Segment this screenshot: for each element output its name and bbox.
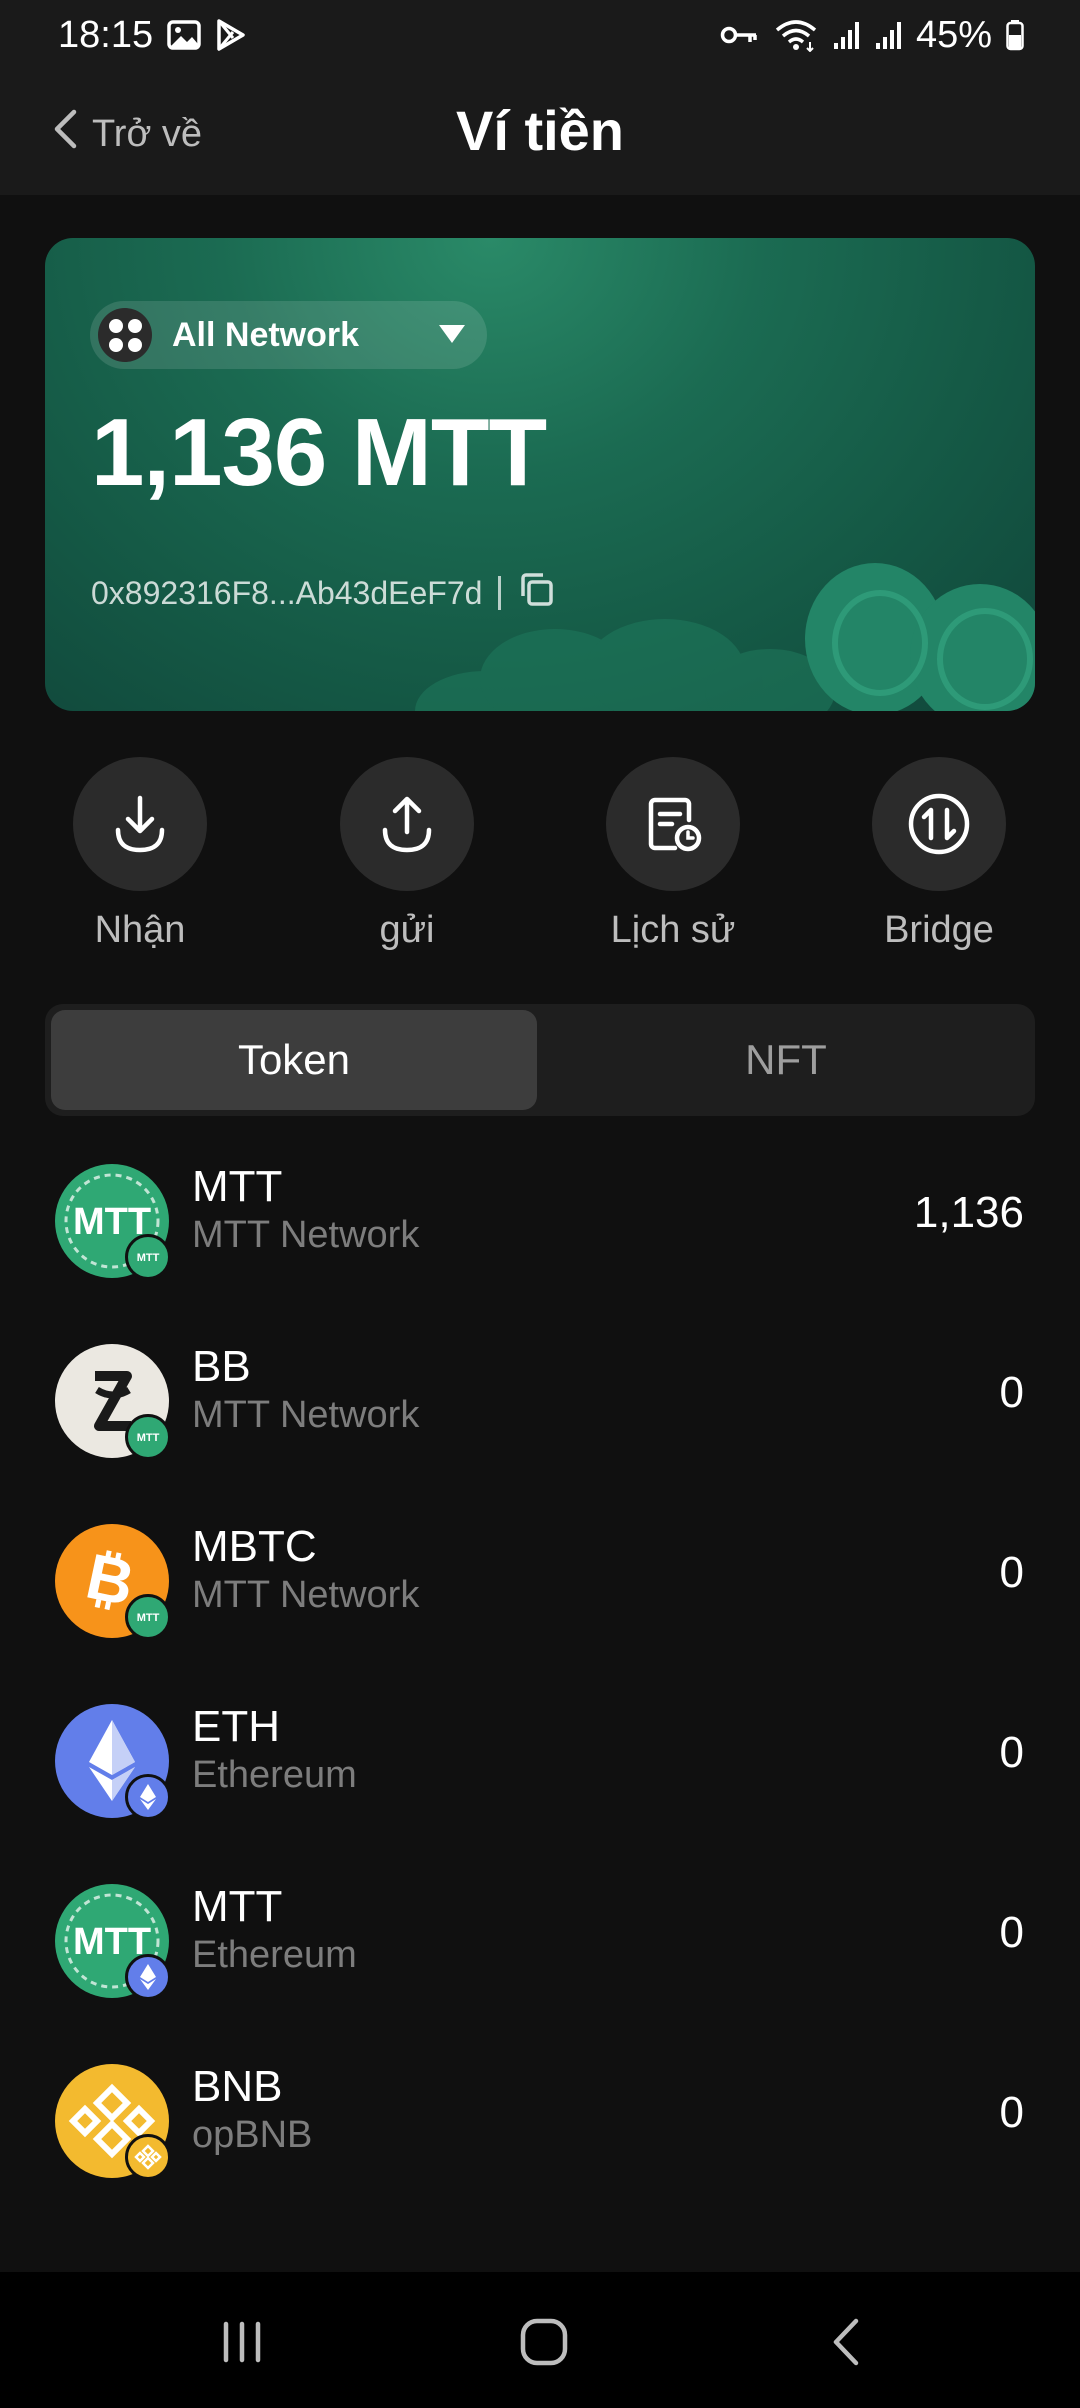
mtt-network-badge: MTT bbox=[125, 1594, 171, 1640]
token-network: Ethereum bbox=[192, 1754, 357, 1796]
receive-button[interactable]: Nhận bbox=[50, 757, 230, 957]
bnb-logo bbox=[55, 2064, 171, 2180]
system-nav-bar bbox=[0, 2272, 1080, 2408]
token-row[interactable]: B MTT MBTC MTT Network 0 bbox=[0, 1510, 1080, 1660]
token-symbol: MTT bbox=[192, 1162, 283, 1211]
gallery-icon bbox=[167, 20, 201, 50]
send-label: gửi bbox=[379, 909, 435, 951]
header: Trở về Ví tiền bbox=[0, 70, 1080, 195]
recent-apps-button[interactable] bbox=[202, 2312, 282, 2372]
mtt-network-badge: MTT bbox=[125, 1234, 171, 1280]
token-row[interactable]: MTT MTT MTT MTT Network 1,136 bbox=[0, 1150, 1080, 1300]
tab-nft[interactable]: NFT bbox=[543, 1010, 1029, 1110]
token-amount: 0 bbox=[999, 1368, 1024, 1417]
bridge-label: Bridge bbox=[884, 909, 994, 951]
token-row[interactable]: MTT MTT Ethereum 0 bbox=[0, 1870, 1080, 2020]
history-icon bbox=[606, 757, 740, 891]
battery-icon bbox=[1006, 19, 1024, 51]
bb-logo: MTT bbox=[55, 1344, 171, 1460]
status-time: 18:15 bbox=[58, 13, 154, 56]
token-network: MTT Network bbox=[192, 1214, 420, 1256]
home-button[interactable] bbox=[504, 2312, 584, 2372]
bitcoin-logo: B MTT bbox=[55, 1524, 171, 1640]
token-row[interactable]: ETH Ethereum 0 bbox=[0, 1690, 1080, 1840]
token-network: MTT Network bbox=[192, 1394, 420, 1436]
token-amount: 0 bbox=[999, 1908, 1024, 1957]
token-row[interactable]: MTT BB MTT Network 0 bbox=[0, 1330, 1080, 1480]
token-symbol: MBTC bbox=[192, 1522, 317, 1571]
asset-tabs: Token NFT bbox=[45, 1004, 1035, 1116]
caret-down-icon bbox=[439, 325, 465, 343]
mtt-network-badge: MTT bbox=[125, 1414, 171, 1460]
token-symbol: BNB bbox=[192, 2062, 283, 2111]
address-divider bbox=[498, 576, 502, 610]
history-label: Lịch sử bbox=[610, 909, 736, 951]
receive-icon bbox=[73, 757, 207, 891]
bridge-button[interactable]: Bridge bbox=[849, 757, 1029, 957]
token-network: MTT Network bbox=[192, 1574, 420, 1616]
mtt-logo: MTT bbox=[55, 1884, 171, 2000]
token-network: opBNB bbox=[192, 2114, 313, 2156]
svg-text:MTT: MTT bbox=[137, 1432, 160, 1444]
tab-token[interactable]: Token bbox=[51, 1010, 537, 1110]
system-back-button[interactable] bbox=[806, 2312, 886, 2372]
token-symbol: ETH bbox=[192, 1702, 280, 1751]
token-amount: 1,136 bbox=[913, 1188, 1024, 1237]
send-button[interactable]: gửi bbox=[317, 757, 497, 957]
token-amount: 0 bbox=[999, 1548, 1024, 1597]
mtt-logo: MTT MTT bbox=[55, 1164, 171, 1280]
token-symbol: MTT bbox=[192, 1882, 283, 1931]
wifi-icon bbox=[774, 18, 818, 52]
network-label: All Network bbox=[172, 315, 360, 354]
wallet-balance: 1,136 MTT bbox=[91, 399, 547, 506]
play-store-icon bbox=[215, 18, 247, 52]
back-arrow-icon bbox=[833, 2318, 859, 2366]
wallet-card: All Network 1,136 MTT 0x892316F8...Ab43d… bbox=[45, 238, 1035, 711]
token-amount: 0 bbox=[999, 1728, 1024, 1777]
token-symbol: BB bbox=[192, 1342, 251, 1391]
svg-text:MTT: MTT bbox=[137, 1252, 160, 1264]
receive-label: Nhận bbox=[94, 909, 186, 951]
history-button[interactable]: Lịch sử bbox=[583, 757, 763, 957]
ethereum-logo bbox=[55, 1704, 171, 1820]
token-network: Ethereum bbox=[192, 1934, 357, 1976]
ethereum-badge bbox=[125, 1774, 171, 1820]
battery-percentage: 45% bbox=[915, 13, 992, 56]
ethereum-badge bbox=[125, 1954, 171, 2000]
network-selector[interactable]: All Network bbox=[90, 301, 487, 369]
address-row: 0x892316F8...Ab43dEeF7d bbox=[91, 570, 555, 616]
wallet-address: 0x892316F8...Ab43dEeF7d bbox=[91, 574, 483, 611]
recent-apps-icon bbox=[223, 2321, 261, 2363]
home-icon bbox=[520, 2318, 568, 2366]
send-icon bbox=[340, 757, 474, 891]
status-bar: 18:15 45% bbox=[0, 0, 1080, 70]
grid-dots-icon bbox=[98, 308, 152, 362]
bnb-badge bbox=[125, 2134, 171, 2180]
token-row[interactable]: BNB opBNB 0 bbox=[0, 2050, 1080, 2200]
token-amount: 0 bbox=[999, 2088, 1024, 2137]
signal-icon-2 bbox=[874, 19, 902, 51]
copy-icon[interactable] bbox=[517, 570, 555, 616]
signal-icon-1 bbox=[832, 19, 860, 51]
vpn-key-icon bbox=[720, 23, 760, 47]
bridge-icon bbox=[872, 757, 1006, 891]
page-title: Ví tiền bbox=[455, 99, 625, 162]
svg-text:MTT: MTT bbox=[137, 1612, 160, 1624]
